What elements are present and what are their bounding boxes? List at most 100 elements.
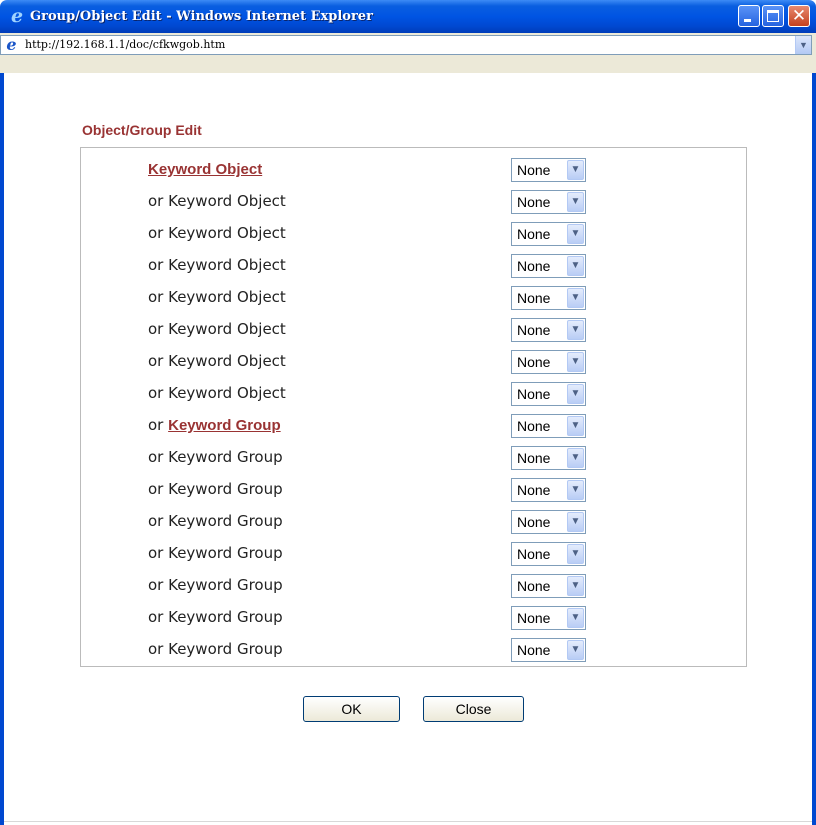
select-value: None xyxy=(517,418,551,434)
select-value: None xyxy=(517,578,551,594)
keyword-select[interactable]: None ▼ xyxy=(511,254,586,278)
select-value: None xyxy=(517,322,551,338)
row-label-text: or Keyword Object xyxy=(148,352,286,370)
keyword-row: Keyword Object None ▼ xyxy=(81,153,746,185)
minimize-button[interactable] xyxy=(738,5,760,27)
select-value: None xyxy=(517,290,551,306)
chevron-down-icon[interactable]: ▼ xyxy=(567,256,584,276)
row-label: or Keyword Group xyxy=(148,505,283,537)
row-label: or Keyword Group xyxy=(148,569,283,601)
keyword-row: or Keyword Group None ▼ xyxy=(81,569,746,601)
row-label: or Keyword Group xyxy=(148,409,281,441)
chevron-down-icon[interactable]: ▼ xyxy=(567,480,584,500)
chevron-down-icon[interactable]: ▼ xyxy=(567,576,584,596)
keyword-select[interactable]: None ▼ xyxy=(511,222,586,246)
select-value: None xyxy=(517,450,551,466)
window-border-left xyxy=(0,73,4,825)
row-label: or Keyword Object xyxy=(148,345,286,377)
close-window-button[interactable]: ✕ xyxy=(788,5,810,27)
select-value: None xyxy=(517,482,551,498)
select-value: None xyxy=(517,194,551,210)
chevron-down-icon[interactable]: ▼ xyxy=(567,448,584,468)
keyword-row: or Keyword Group None ▼ xyxy=(81,441,746,473)
ok-button[interactable]: OK xyxy=(303,696,400,722)
row-label: or Keyword Object xyxy=(148,377,286,409)
title-bar[interactable]: e Group/Object Edit - Windows Internet E… xyxy=(0,0,816,33)
keyword-row: or Keyword Group None ▼ xyxy=(81,601,746,633)
row-label: or Keyword Object xyxy=(148,249,286,281)
keyword-select[interactable]: None ▼ xyxy=(511,190,586,214)
close-icon: ✕ xyxy=(791,6,807,26)
ie-logo-icon: e xyxy=(10,5,24,27)
keyword-select[interactable]: None ▼ xyxy=(511,574,586,598)
keyword-select[interactable]: None ▼ xyxy=(511,286,586,310)
row-prefix: or xyxy=(148,416,169,434)
keyword-row: or Keyword Object None ▼ xyxy=(81,249,746,281)
row-label-text: or Keyword Group xyxy=(148,576,283,594)
row-label: or Keyword Group xyxy=(148,441,283,473)
keyword-row: or Keyword Object None ▼ xyxy=(81,345,746,377)
keyword-row: or Keyword Object None ▼ xyxy=(81,377,746,409)
address-field[interactable]: e http://192.168.1.1/doc/cfkwgob.htm ▼ xyxy=(0,35,812,55)
keyword-select[interactable]: None ▼ xyxy=(511,350,586,374)
select-value: None xyxy=(517,354,551,370)
select-value: None xyxy=(517,226,551,242)
chevron-down-icon[interactable]: ▼ xyxy=(567,224,584,244)
row-label-text: or Keyword Object xyxy=(148,192,286,210)
keyword-row: or Keyword Object None ▼ xyxy=(81,313,746,345)
keyword-select[interactable]: None ▼ xyxy=(511,478,586,502)
select-value: None xyxy=(517,642,551,658)
keyword-select[interactable]: None ▼ xyxy=(511,542,586,566)
select-value: None xyxy=(517,514,551,530)
chevron-down-icon[interactable]: ▼ xyxy=(567,512,584,532)
row-label-text: or Keyword Object xyxy=(148,288,286,306)
keyword-select[interactable]: None ▼ xyxy=(511,510,586,534)
address-bar: e http://192.168.1.1/doc/cfkwgob.htm ▼ xyxy=(0,33,816,73)
maximize-button[interactable] xyxy=(762,5,784,27)
row-label-text: or Keyword Group xyxy=(148,544,283,562)
keyword-select[interactable]: None ▼ xyxy=(511,606,586,630)
chevron-down-icon[interactable]: ▼ xyxy=(567,384,584,404)
chevron-down-icon[interactable]: ▼ xyxy=(567,320,584,340)
keyword-select[interactable]: None ▼ xyxy=(511,318,586,342)
chevron-down-icon[interactable]: ▼ xyxy=(567,416,584,436)
keyword-select[interactable]: None ▼ xyxy=(511,638,586,662)
address-dropdown-icon[interactable]: ▼ xyxy=(795,36,811,54)
keyword-row: or Keyword Group None ▼ xyxy=(81,473,746,505)
keyword-select[interactable]: None ▼ xyxy=(511,382,586,406)
address-url[interactable]: http://192.168.1.1/doc/cfkwgob.htm xyxy=(25,36,225,54)
object-group-panel: Keyword Object None ▼ or Keyword Object None… xyxy=(80,147,747,667)
window-border-right xyxy=(812,73,816,825)
row-label: or Keyword Group xyxy=(148,537,283,569)
row-label-text: or Keyword Group xyxy=(148,640,283,658)
keyword-select[interactable]: None ▼ xyxy=(511,414,586,438)
row-label: or Keyword Object xyxy=(148,217,286,249)
chevron-down-icon[interactable]: ▼ xyxy=(567,160,584,180)
chevron-down-icon[interactable]: ▼ xyxy=(567,640,584,660)
minimize-icon xyxy=(744,19,751,22)
chevron-down-icon[interactable]: ▼ xyxy=(567,544,584,564)
select-value: None xyxy=(517,162,551,178)
maximize-icon xyxy=(767,10,779,22)
row-label: or Keyword Object xyxy=(148,185,286,217)
select-value: None xyxy=(517,546,551,562)
keyword-object-link[interactable]: Keyword Object xyxy=(148,161,262,178)
chevron-down-icon[interactable]: ▼ xyxy=(567,192,584,212)
select-value: None xyxy=(517,258,551,274)
keyword-row: or Keyword Object None ▼ xyxy=(81,217,746,249)
close-button[interactable]: Close xyxy=(423,696,524,722)
row-label: or Keyword Object xyxy=(148,281,286,313)
row-label: or Keyword Group xyxy=(148,633,283,665)
row-label: or Keyword Object xyxy=(148,313,286,345)
chevron-down-icon[interactable]: ▼ xyxy=(567,288,584,308)
keyword-row: or Keyword Object None ▼ xyxy=(81,185,746,217)
chevron-down-icon[interactable]: ▼ xyxy=(567,608,584,628)
keyword-select[interactable]: None ▼ xyxy=(511,446,586,470)
keyword-select[interactable]: None ▼ xyxy=(511,158,586,182)
chevron-down-icon[interactable]: ▼ xyxy=(567,352,584,372)
row-label: or Keyword Group xyxy=(148,473,283,505)
select-value: None xyxy=(517,386,551,402)
row-label-text: or Keyword Object xyxy=(148,224,286,242)
row-label: Keyword Object xyxy=(148,153,262,185)
keyword-group-link[interactable]: Keyword Group xyxy=(168,417,281,434)
